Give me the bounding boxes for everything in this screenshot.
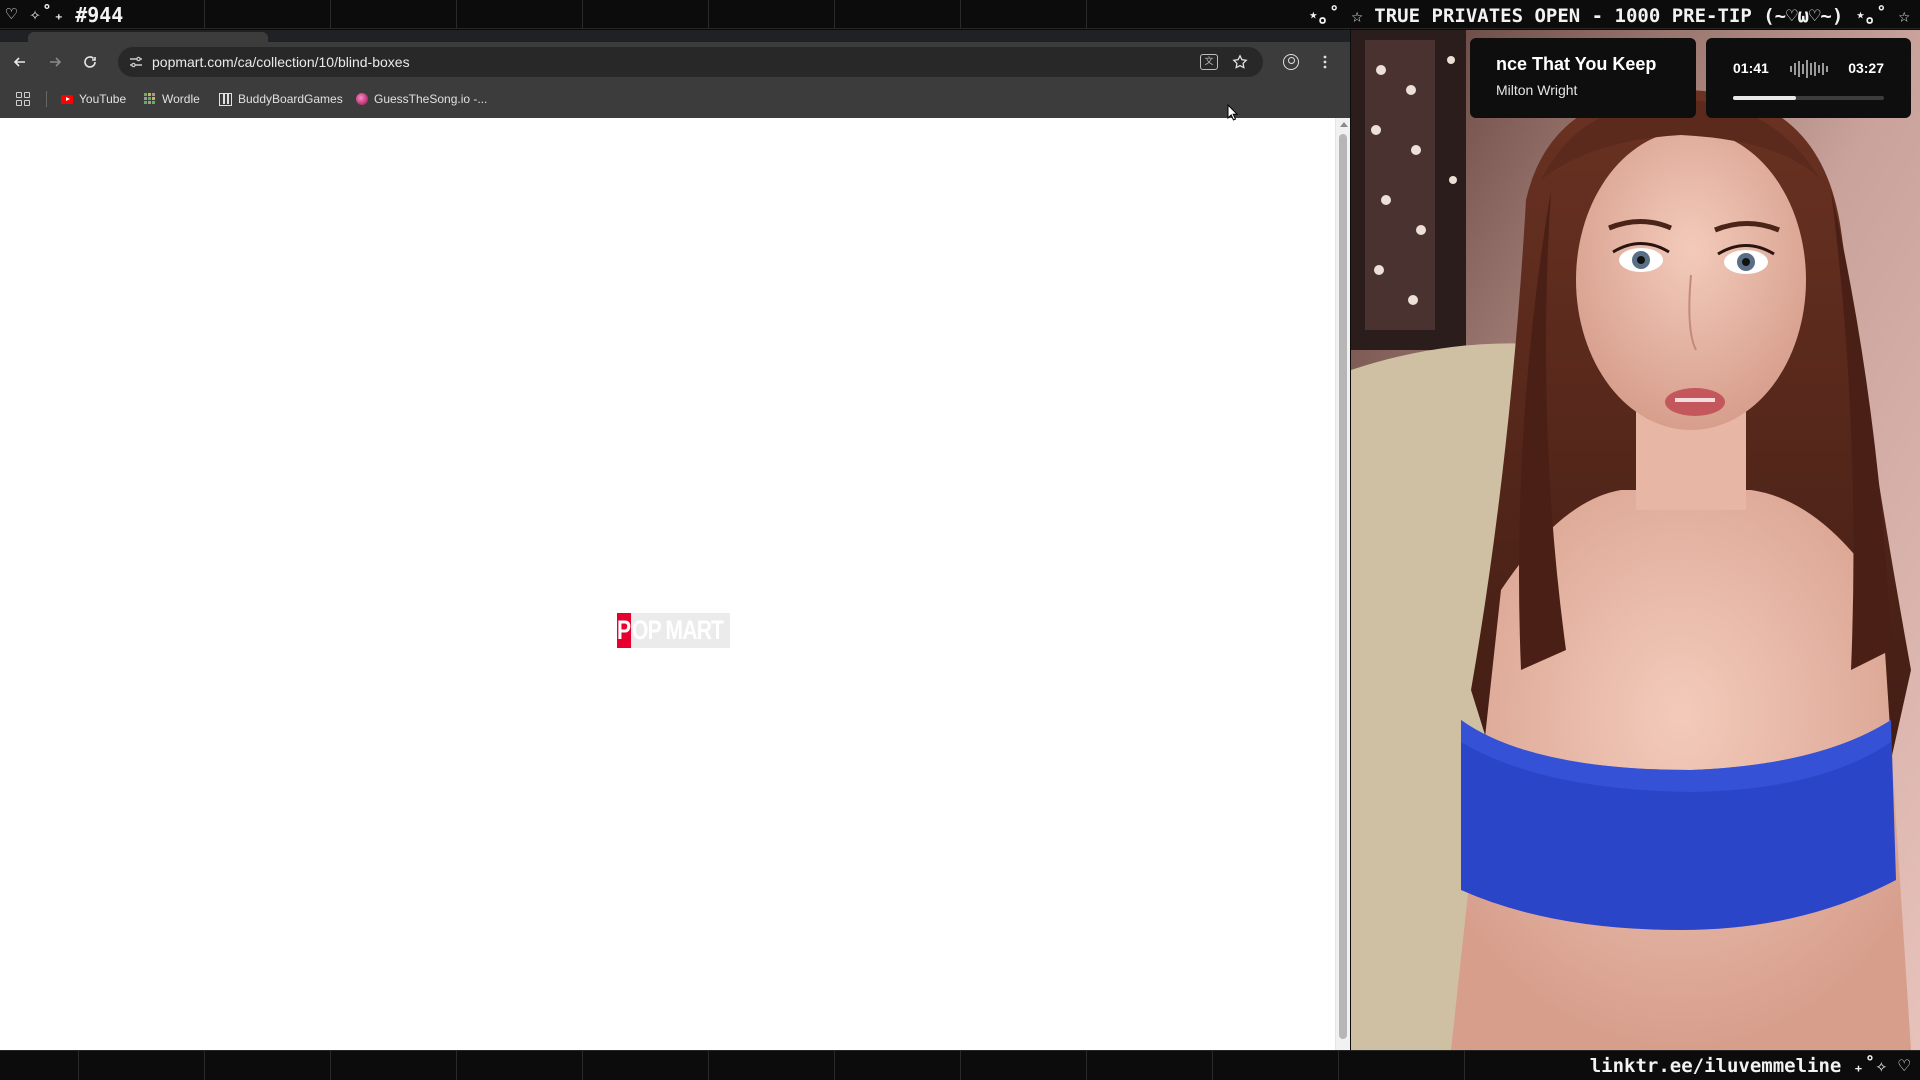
now-playing-card: nce That You Keep Milton Wright — [1470, 38, 1696, 118]
playback-card: 01:41 03:27 — [1706, 38, 1911, 118]
stream-number: #944 — [75, 2, 124, 27]
forward-button[interactable] — [43, 50, 67, 74]
translate-button[interactable]: 文 — [1198, 52, 1220, 72]
site-settings-icon[interactable] — [126, 52, 146, 72]
browser-menu-button[interactable] — [1313, 50, 1337, 74]
bookmark-star-button[interactable] — [1229, 52, 1251, 72]
elapsed-time: 01:41 — [1733, 60, 1769, 76]
wordle-icon — [144, 93, 156, 105]
waveform-icon — [1790, 60, 1830, 78]
kebab-menu-icon — [1323, 55, 1327, 69]
bookmark-label: Wordle — [162, 92, 200, 106]
top-overlay-bar: ♡ ✧˚₊ #944 ⋆｡˚ ☆ TRUE PRIVATES OPEN - 10… — [0, 0, 1920, 29]
youtube-icon — [61, 94, 73, 104]
scroll-up-arrow-icon[interactable] — [1340, 122, 1348, 127]
bookmarks-separator — [46, 91, 47, 107]
tab-strip — [0, 30, 1350, 42]
bookmark-label: YouTube — [79, 92, 127, 106]
url-text[interactable]: popmart.com/ca/collection/10/blind-boxes — [152, 47, 410, 77]
top-overlay-left: ♡ ✧˚₊ #944 — [6, 0, 123, 29]
reload-icon — [84, 56, 96, 68]
back-button[interactable] — [8, 50, 32, 74]
browser-chrome: popmart.com/ca/collection/10/blind-boxes… — [0, 30, 1350, 118]
page-scrollbar[interactable] — [1335, 118, 1350, 1050]
bookmark-guessthesong[interactable]: GuessTheSong.io -... — [356, 90, 487, 108]
star-icon — [1232, 54, 1248, 69]
web-page-content[interactable]: P OP MART — [0, 118, 1335, 1050]
bookmark-label: BuddyBoardGames — [238, 92, 343, 106]
profile-button[interactable] — [1279, 50, 1303, 74]
playback-progress-fill — [1733, 96, 1797, 100]
mouse-cursor-icon — [1227, 104, 1239, 121]
privates-banner: ⋆｡˚ ☆ TRUE PRIVATES OPEN - 1000 PRE-TIP … — [1307, 5, 1910, 27]
total-time: 03:27 — [1848, 60, 1884, 76]
bookmarks-bar: YouTube Wordle BuddyBoardGames GuessTheS… — [0, 80, 1350, 118]
buddyboardgames-icon — [219, 92, 232, 106]
popmart-loading-logo: P OP MART — [617, 613, 730, 648]
reload-button[interactable] — [78, 50, 102, 74]
playback-progress-track — [1733, 96, 1884, 100]
scrollbar-thumb[interactable] — [1339, 134, 1347, 1039]
translate-icon: 文 — [1200, 54, 1218, 70]
bottom-overlay-bar: linktr.ee/iluvemmeline ₊˚✧ ♡ — [0, 1050, 1920, 1080]
bookmark-buddyboardgames[interactable]: BuddyBoardGames — [219, 90, 343, 108]
browser-toolbar: popmart.com/ca/collection/10/blind-boxes… — [0, 42, 1350, 80]
webcam-feed — [1351, 30, 1920, 1050]
heart-sparkle-decoration: ♡ ✧˚₊ — [6, 4, 66, 25]
logo-text: OP MART — [632, 615, 724, 645]
stream-layout: ♡ ✧˚₊ #944 ⋆｡˚ ☆ TRUE PRIVATES OPEN - 10… — [0, 0, 1920, 1080]
bookmark-wordle[interactable]: Wordle — [144, 90, 200, 108]
webcam-image — [1351, 30, 1920, 1050]
active-tab[interactable] — [28, 32, 268, 42]
bookmark-youtube[interactable]: YouTube — [61, 90, 126, 108]
bookmark-label: GuessTheSong.io -... — [374, 92, 488, 106]
linktree-url: linktr.ee/iluvemmeline ₊˚✧ ♡ — [1589, 1055, 1910, 1077]
song-title: nce That You Keep — [1496, 54, 1657, 74]
profile-icon — [1283, 54, 1299, 70]
browser-window: popmart.com/ca/collection/10/blind-boxes… — [0, 30, 1350, 1050]
forward-arrow-icon — [50, 57, 62, 67]
apps-grid-icon[interactable] — [16, 92, 30, 106]
guessthesong-icon — [356, 93, 368, 105]
logo-letter-p: P — [617, 613, 631, 648]
address-bar[interactable]: popmart.com/ca/collection/10/blind-boxes… — [118, 47, 1263, 77]
song-artist: Milton Wright — [1496, 82, 1578, 98]
back-arrow-icon — [13, 57, 25, 67]
